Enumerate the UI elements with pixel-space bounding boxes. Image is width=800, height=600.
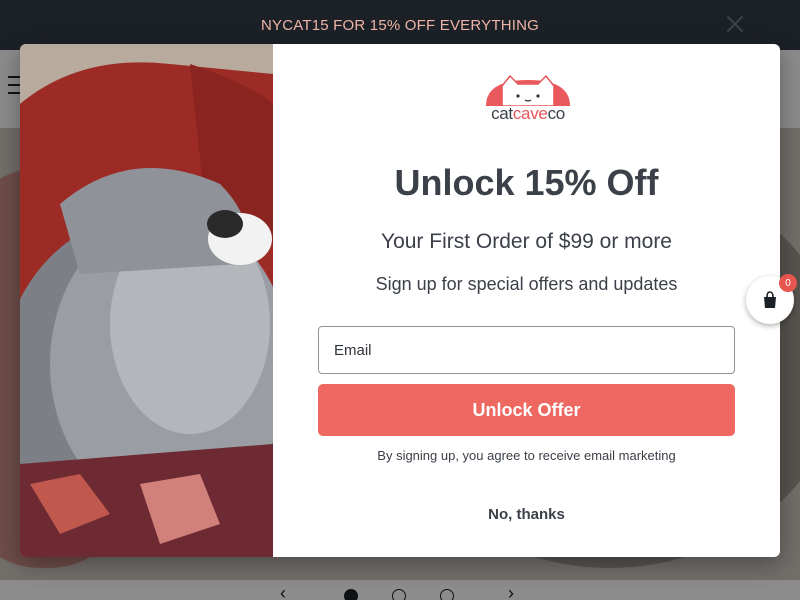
- popup-tagline: Sign up for special offers and updates: [375, 274, 678, 294]
- cart-icon: [764, 291, 776, 308]
- consent-text: By signing up, you agree to receive emai…: [377, 448, 676, 463]
- popup-content: catcaveco Unlock 15% Off Your First Orde…: [273, 44, 780, 557]
- popup-subtitle: Your First Order of $99 or more: [380, 230, 672, 253]
- cat-logo-icon: [486, 74, 570, 106]
- no-thanks-link[interactable]: No, thanks: [273, 506, 780, 523]
- cart-count-badge: 0: [779, 274, 797, 292]
- signup-popup: catcaveco Unlock 15% Off Your First Orde…: [20, 44, 780, 557]
- cat-cave-photo: [20, 44, 273, 557]
- announcement-bar: NYCAT15 FOR 15% OFF EVERYTHING: [0, 0, 800, 50]
- cat-cave-illustration: [20, 44, 273, 557]
- brand-logo: catcaveco: [480, 72, 576, 124]
- logo-wordmark: catcaveco: [491, 104, 565, 123]
- announcement-text: NYCAT15 FOR 15% OFF EVERYTHING: [261, 16, 539, 34]
- unlock-offer-button[interactable]: Unlock Offer: [318, 384, 735, 436]
- popup-title: Unlock 15% Off: [394, 162, 659, 203]
- close-icon[interactable]: [722, 11, 748, 37]
- email-field[interactable]: [318, 326, 735, 374]
